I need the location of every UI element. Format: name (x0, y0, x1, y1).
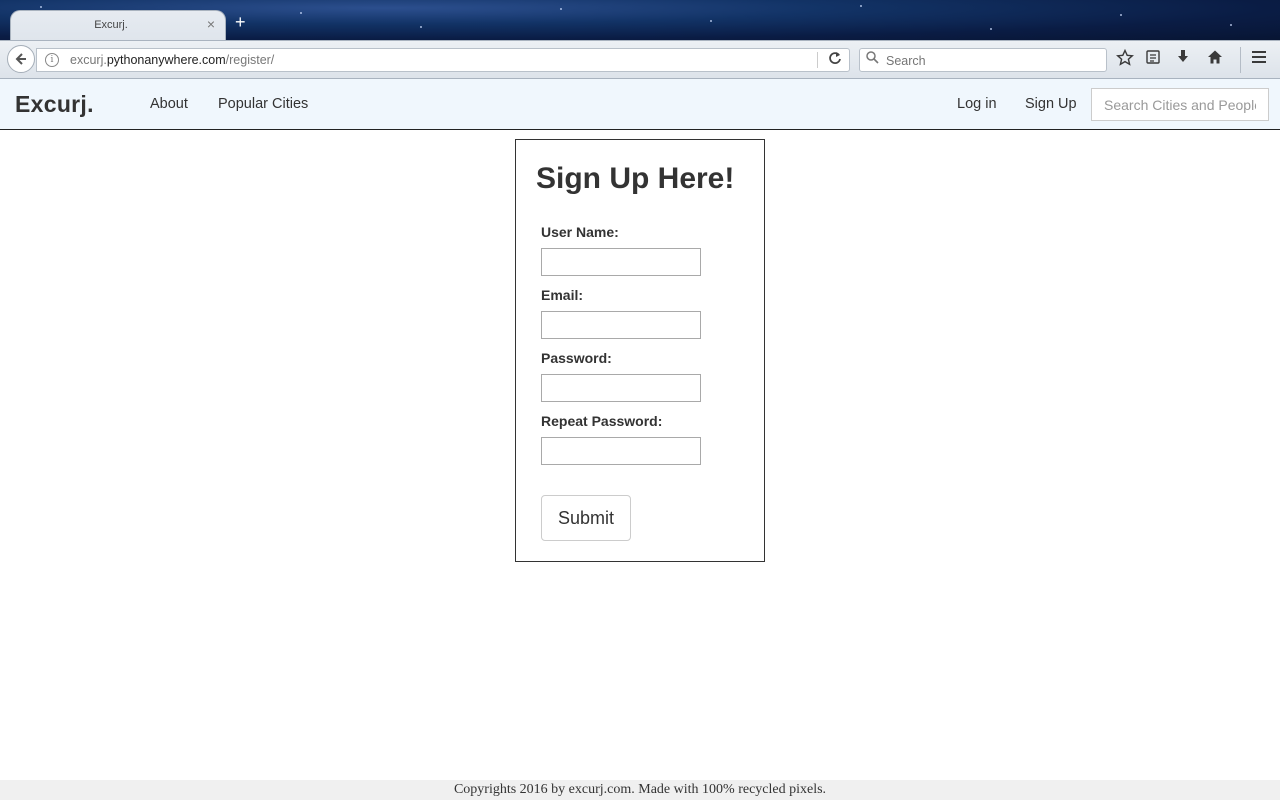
nav-link-about[interactable]: About (150, 96, 188, 112)
address-bar[interactable]: i excurj.pythonanywhere.com/register/ (36, 48, 850, 72)
home-icon[interactable] (1204, 49, 1226, 71)
reading-list-icon[interactable] (1142, 49, 1164, 71)
repeat-password-input[interactable] (541, 437, 701, 465)
repeat-password-label: Repeat Password: (541, 413, 663, 429)
nav-link-login[interactable]: Log in (957, 96, 997, 112)
back-arrow-icon (15, 53, 26, 65)
nav-link-popular-cities[interactable]: Popular Cities (218, 96, 308, 112)
downloads-icon[interactable] (1172, 49, 1194, 71)
background-star (860, 5, 862, 7)
signup-panel: Sign Up Here! User Name: Email: Password… (515, 139, 765, 562)
browser-tab-strip: Excurj. × + (0, 0, 1280, 40)
background-star (1120, 14, 1122, 16)
background-star (560, 8, 562, 10)
site-search-input[interactable] (1091, 88, 1269, 121)
background-star (40, 6, 42, 8)
toolbar-separator (1240, 47, 1241, 73)
bookmark-star-icon[interactable] (1114, 48, 1136, 71)
username-label: User Name: (541, 224, 619, 240)
url-subdomain: excurj. (70, 53, 107, 67)
url-path: /register/ (225, 53, 275, 67)
menu-hamburger-icon[interactable] (1248, 49, 1270, 71)
email-label: Email: (541, 287, 584, 303)
url-divider (817, 52, 818, 68)
tab-close-icon[interactable]: × (207, 16, 215, 32)
signup-heading: Sign Up Here! (536, 162, 735, 195)
browser-search-input[interactable] (884, 51, 1103, 71)
new-tab-button[interactable]: + (235, 13, 246, 31)
password-input[interactable] (541, 374, 701, 402)
password-label: Password: (541, 350, 612, 366)
background-star (990, 28, 992, 30)
nav-link-signup[interactable]: Sign Up (1025, 96, 1077, 112)
site-logo[interactable]: Excurj. (15, 91, 94, 118)
page-footer: Copyrights 2016 by excurj.com. Made with… (0, 780, 1280, 800)
back-button[interactable] (7, 45, 35, 73)
url-text[interactable]: excurj.pythonanywhere.com/register/ (70, 53, 274, 67)
background-star (710, 20, 712, 22)
background-star (420, 26, 422, 28)
site-navbar: Excurj. About Popular Cities Log in Sign… (0, 79, 1280, 130)
browser-toolbar: i excurj.pythonanywhere.com/register/ (0, 40, 1280, 79)
email-input[interactable] (541, 311, 701, 339)
background-star (300, 12, 302, 14)
site-info-icon[interactable]: i (45, 53, 59, 67)
tab-title: Excurj. (94, 19, 128, 31)
username-input[interactable] (541, 248, 701, 276)
reload-icon (829, 52, 841, 64)
submit-button[interactable]: Submit (541, 495, 631, 541)
url-domain: pythonanywhere.com (106, 53, 226, 67)
background-star (1230, 24, 1232, 26)
search-icon (866, 51, 879, 67)
browser-tab-active[interactable]: Excurj. × (10, 10, 226, 40)
reload-button[interactable] (820, 48, 850, 72)
browser-search-box[interactable] (859, 48, 1107, 72)
